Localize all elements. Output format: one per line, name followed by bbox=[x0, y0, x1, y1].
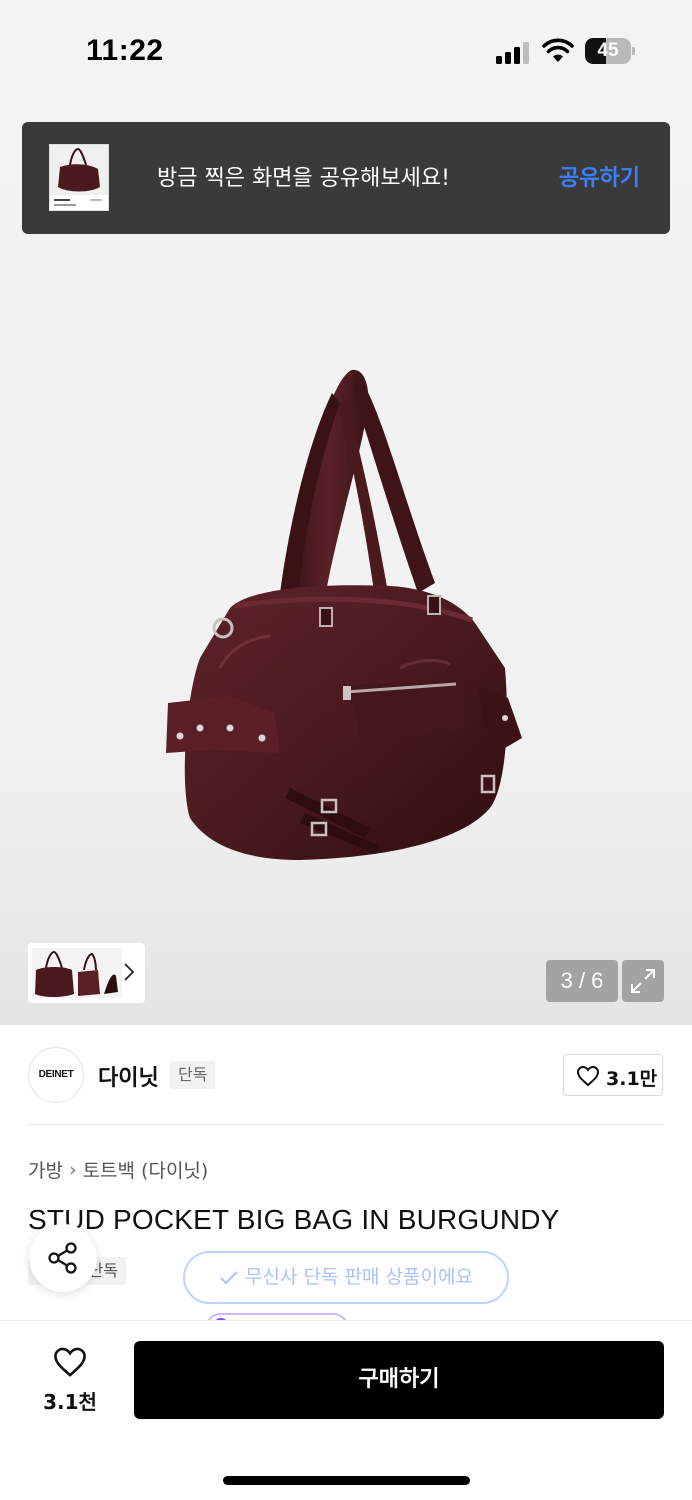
exclusive-notice-text: 무신사 단독 판매 상품이에요 bbox=[245, 1266, 473, 1288]
like-count: 3.1천 bbox=[43, 1390, 97, 1414]
heart-icon bbox=[576, 1065, 600, 1087]
expand-button[interactable] bbox=[622, 960, 664, 1002]
home-indicator bbox=[223, 1476, 470, 1485]
heart-icon bbox=[54, 1347, 86, 1377]
status-time: 11:22 bbox=[86, 34, 164, 67]
product-image bbox=[166, 369, 522, 860]
thumbnail-images bbox=[32, 948, 122, 998]
brand-exclusive-badge: 단독 bbox=[170, 1061, 216, 1089]
thumbnail-strip[interactable] bbox=[28, 943, 145, 1003]
breadcrumb-subcategory[interactable]: 토트백 (다이닛) bbox=[83, 1160, 209, 1182]
image-page-counter: 3 / 6 bbox=[546, 960, 618, 1002]
share-button[interactable] bbox=[29, 1224, 97, 1292]
brand-like-count: 3.1만 bbox=[606, 1068, 658, 1090]
battery-icon: 45 bbox=[585, 38, 635, 64]
share-icon bbox=[48, 1242, 77, 1274]
product-image-gallery[interactable] bbox=[0, 100, 692, 1025]
breadcrumb: 가방 › 토트백 (다이닛) bbox=[28, 1156, 208, 1183]
brand-name[interactable]: 다이닛 bbox=[98, 1060, 159, 1092]
battery-percent: 45 bbox=[597, 40, 619, 61]
breadcrumb-category[interactable]: 가방 bbox=[28, 1160, 63, 1182]
like-button[interactable]: 3.1천 bbox=[30, 1342, 110, 1418]
chevron-right-icon: › bbox=[68, 1158, 77, 1181]
thumbnail-bag-image bbox=[50, 145, 108, 206]
buy-button[interactable]: 구매하기 bbox=[134, 1341, 664, 1419]
brand-like-button[interactable]: 3.1만 bbox=[563, 1054, 663, 1096]
toast-share-button[interactable]: 공유하기 bbox=[559, 160, 640, 192]
brand-logo[interactable]: DEINET bbox=[28, 1047, 84, 1103]
exclusive-notice-chip: 무신사 단독 판매 상품이에요 bbox=[183, 1251, 509, 1304]
signal-icon bbox=[496, 42, 529, 64]
divider bbox=[28, 1124, 664, 1125]
toast-message: 방금 찍은 화면을 공유해보세요! bbox=[157, 166, 450, 191]
wifi-icon bbox=[542, 38, 574, 62]
chevron-right-icon[interactable] bbox=[123, 961, 135, 983]
check-icon bbox=[220, 1270, 238, 1284]
screenshot-thumbnail[interactable] bbox=[49, 144, 109, 211]
share-toast: 방금 찍은 화면을 공유해보세요! 공유하기 bbox=[22, 122, 670, 234]
product-title: STUD POCKET BIG BAG IN BURGUNDY bbox=[28, 1204, 560, 1235]
status-bar: 11:22 45 bbox=[0, 0, 692, 100]
expand-icon bbox=[631, 969, 655, 993]
